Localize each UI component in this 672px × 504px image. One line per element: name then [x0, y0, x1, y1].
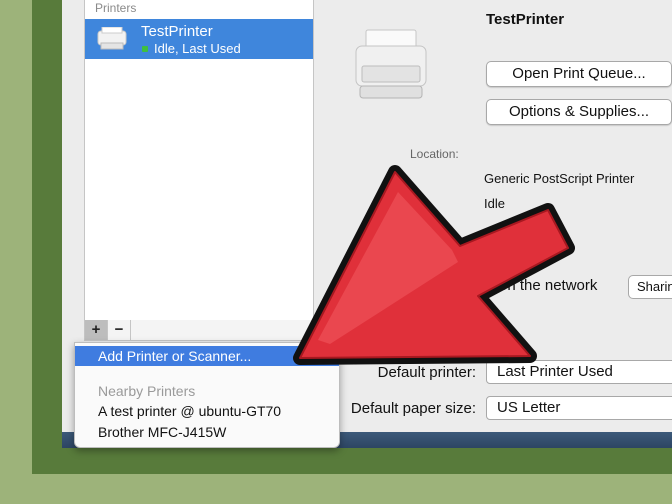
default-printer-label: Default printer:: [377, 364, 476, 381]
default-paper-select[interactable]: US Letter: [486, 396, 672, 420]
printers-list-header: Printers: [95, 1, 137, 15]
nearby-printer-item[interactable]: A test printer @ ubuntu-GT70: [75, 401, 339, 421]
printer-title: TestPrinter: [486, 11, 565, 28]
nearby-printer-item[interactable]: Brother MFC-J415W: [75, 422, 339, 442]
default-paper-label: Default paper size:: [350, 400, 476, 417]
default-printer-select[interactable]: Last Printer Used: [486, 360, 672, 384]
printers-list: Printers TestPrinter Idle, Last Used: [84, 0, 314, 322]
printer-list-item[interactable]: TestPrinter Idle, Last Used: [85, 19, 313, 59]
add-printer-button[interactable]: +: [85, 320, 108, 340]
kind-value: Generic PostScript Printer: [484, 171, 635, 186]
add-printer-menu: Add Printer or Scanner... Nearby Printer…: [74, 342, 340, 448]
open-print-queue-button[interactable]: Open Print Queue...: [486, 61, 672, 87]
printer-icon: [97, 27, 127, 50]
printer-name: TestPrinter: [141, 23, 213, 40]
status-value: Idle: [484, 196, 505, 211]
add-printer-or-scanner-menu-item[interactable]: Add Printer or Scanner...: [75, 346, 339, 366]
share-checkbox[interactable]: [348, 277, 364, 293]
nearby-printers-header: Nearby Printers: [98, 383, 196, 399]
share-label: on the network: [499, 277, 598, 294]
printer-large-icon: [355, 29, 427, 99]
printer-status: Idle, Last Used: [154, 41, 241, 56]
add-remove-bar: + −: [84, 320, 314, 341]
sharing-preferences-button[interactable]: Sharin: [628, 275, 672, 299]
status-indicator-icon: [142, 46, 148, 52]
remove-printer-button[interactable]: −: [108, 320, 131, 340]
location-label: Location:: [410, 147, 459, 161]
options-supplies-button[interactable]: Options & Supplies...: [486, 99, 672, 125]
